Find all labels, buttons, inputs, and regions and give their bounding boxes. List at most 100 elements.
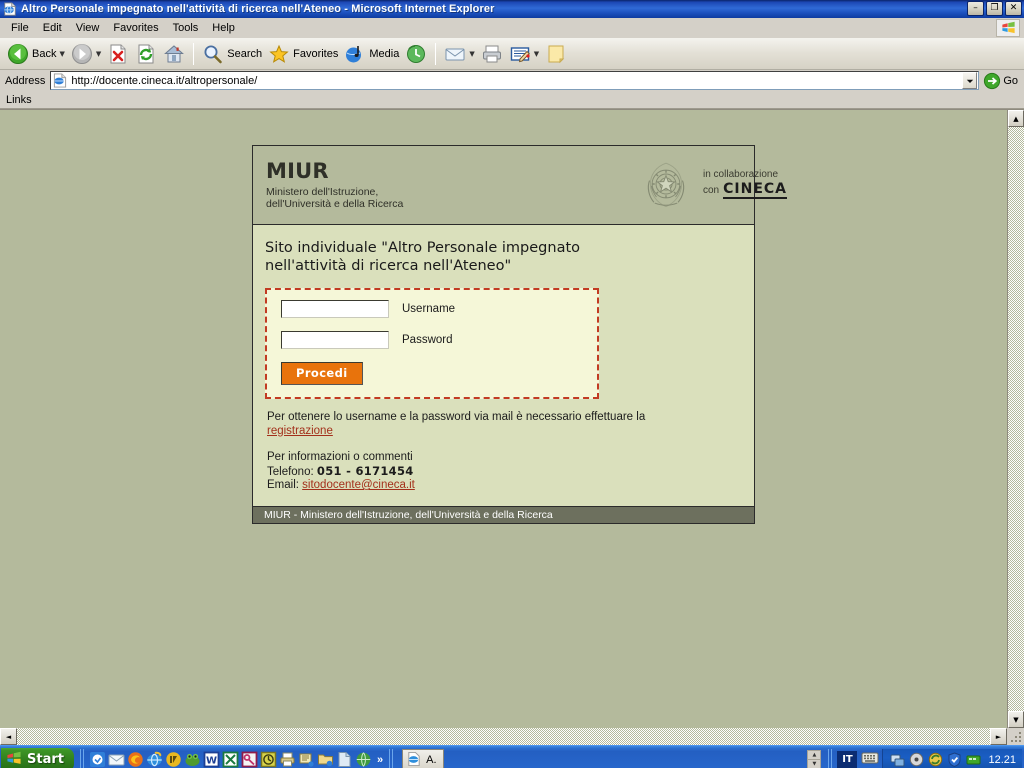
chevron-down-icon[interactable]: ▼ — [469, 50, 474, 58]
address-input[interactable]: http://docente.cineca.it/altropersonale/ — [50, 71, 980, 90]
window-title-bar[interactable]: Altro Personale impegnato nell'attività … — [0, 0, 1024, 18]
page-body: Sito individuale "Altro Personale impegn… — [253, 225, 754, 497]
password-input[interactable] — [281, 331, 389, 349]
winamp-icon[interactable] — [165, 751, 182, 768]
stop-button[interactable] — [104, 41, 132, 67]
back-label: Back — [32, 47, 57, 60]
back-button[interactable]: Back ▼ — [4, 41, 68, 67]
mail-icon — [444, 43, 466, 65]
spinner-down-button[interactable]: ▼ — [808, 760, 821, 768]
lan-icon[interactable] — [966, 752, 981, 767]
taskbar-grip[interactable] — [389, 748, 396, 768]
favorites-button[interactable]: Favorites — [265, 41, 341, 67]
search-icon — [202, 43, 224, 65]
taskbar-window-button[interactable]: A. — [402, 748, 444, 768]
edit-page-icon — [509, 43, 531, 65]
print-button[interactable] — [478, 41, 506, 67]
address-bar: Address http://docente.cineca.it/altrope… — [0, 70, 1024, 91]
go-button[interactable]: Go — [979, 72, 1022, 90]
notes-button[interactable] — [542, 41, 570, 67]
miur-subtitle-line2: dell'Università e della Ricerca — [266, 197, 404, 210]
horizontal-scroll-track[interactable] — [17, 728, 990, 745]
toolbar-separator — [435, 42, 437, 65]
menu-tools[interactable]: Tools — [166, 20, 206, 36]
chevron-down-icon[interactable] — [962, 72, 978, 89]
email-row: Email: sitodocente@cineca.it — [267, 479, 742, 493]
menu-view[interactable]: View — [69, 20, 107, 36]
scroll-right-button[interactable]: ► — [990, 728, 1007, 745]
outlook-icon[interactable] — [89, 751, 106, 768]
menu-help[interactable]: Help — [205, 20, 242, 36]
edit-page-button[interactable]: ▼ — [506, 41, 542, 67]
taskbar-grip[interactable] — [79, 748, 86, 768]
printer-icon[interactable] — [279, 751, 296, 768]
scroll-down-button[interactable]: ▼ — [1008, 711, 1024, 728]
stop-icon — [107, 43, 129, 65]
document-icon[interactable] — [336, 751, 353, 768]
media-button[interactable]: Media — [341, 41, 402, 67]
forward-button[interactable]: ▼ — [68, 41, 104, 67]
ie-page-icon — [52, 73, 68, 88]
minimize-button[interactable]: – — [967, 1, 984, 16]
media-label: Media — [369, 47, 400, 60]
update-icon[interactable] — [928, 752, 943, 767]
shield-icon[interactable] — [947, 752, 962, 767]
windows-taskbar: Start W » A. ▲ ▼ IT 12.21 — [0, 745, 1024, 768]
excel-icon[interactable] — [222, 751, 239, 768]
keyboard-icon[interactable] — [861, 751, 879, 768]
address-url-text[interactable]: http://docente.cineca.it/altropersonale/ — [71, 75, 962, 87]
menu-file[interactable]: File — [4, 20, 36, 36]
email-link[interactable]: sitodocente@cineca.it — [302, 479, 415, 491]
taskbar-spinner[interactable]: ▲ ▼ — [807, 749, 822, 768]
window-controls: – ❐ ✕ — [967, 1, 1022, 16]
firefox-icon[interactable] — [127, 751, 144, 768]
menu-favorites[interactable]: Favorites — [106, 20, 165, 36]
clock-icon[interactable] — [260, 751, 277, 768]
vertical-scrollbar[interactable]: ▲ ▼ — [1007, 110, 1024, 728]
network-icon[interactable] — [890, 752, 905, 767]
registration-link[interactable]: registrazione — [267, 425, 333, 437]
password-row: Password — [281, 331, 583, 349]
mail-button[interactable]: ▼ — [441, 41, 477, 67]
scroll-left-button[interactable]: ◄ — [0, 728, 17, 745]
globe-icon[interactable] — [355, 751, 372, 768]
links-bar[interactable]: Links — [0, 91, 1024, 109]
sound-icon[interactable] — [909, 752, 924, 767]
close-button[interactable]: ✕ — [1005, 1, 1022, 16]
taskbar-clock[interactable]: 12.21 — [988, 754, 1016, 766]
start-button[interactable]: Start — [1, 747, 74, 768]
home-button[interactable] — [160, 41, 188, 67]
web-page-content: MIUR Ministero dell'Istruzione, dell'Uni… — [0, 110, 1007, 728]
favorites-label: Favorites — [293, 47, 339, 60]
resize-grip[interactable] — [1007, 728, 1024, 745]
scanner-icon[interactable] — [298, 751, 315, 768]
chevron-down-icon[interactable]: ▼ — [59, 50, 64, 58]
frog-icon[interactable] — [184, 751, 201, 768]
restore-button[interactable]: ❐ — [986, 1, 1003, 16]
folder-image-icon[interactable] — [317, 751, 334, 768]
quick-launch-overflow[interactable]: » — [374, 754, 386, 766]
taskbar-grip[interactable] — [828, 748, 835, 768]
username-label: Username — [402, 303, 456, 315]
username-input[interactable] — [281, 300, 389, 318]
scroll-up-button[interactable]: ▲ — [1008, 110, 1024, 127]
language-indicator[interactable]: IT — [837, 750, 858, 768]
internet-explorer-icon[interactable] — [146, 751, 163, 768]
username-row: Username — [281, 300, 583, 318]
chevron-down-icon[interactable]: ▼ — [534, 50, 539, 58]
history-button[interactable] — [402, 41, 430, 67]
key-icon[interactable] — [241, 751, 258, 768]
refresh-button[interactable] — [132, 41, 160, 67]
submit-button[interactable]: Procedi — [281, 362, 363, 385]
horizontal-scrollbar[interactable]: ◄ ► — [0, 728, 1007, 745]
horizontal-scrollbar-row: ◄ ► — [0, 728, 1024, 745]
chevron-down-icon[interactable]: ▼ — [96, 50, 101, 58]
menu-edit[interactable]: Edit — [36, 20, 69, 36]
print-icon — [481, 43, 503, 65]
spinner-up-button[interactable]: ▲ — [808, 751, 821, 760]
vertical-scroll-track[interactable] — [1008, 127, 1024, 711]
word-icon[interactable]: W — [203, 751, 220, 768]
search-button[interactable]: Search — [199, 41, 265, 67]
mail-icon[interactable] — [108, 751, 125, 768]
phone-label: Telefono: — [267, 465, 314, 478]
